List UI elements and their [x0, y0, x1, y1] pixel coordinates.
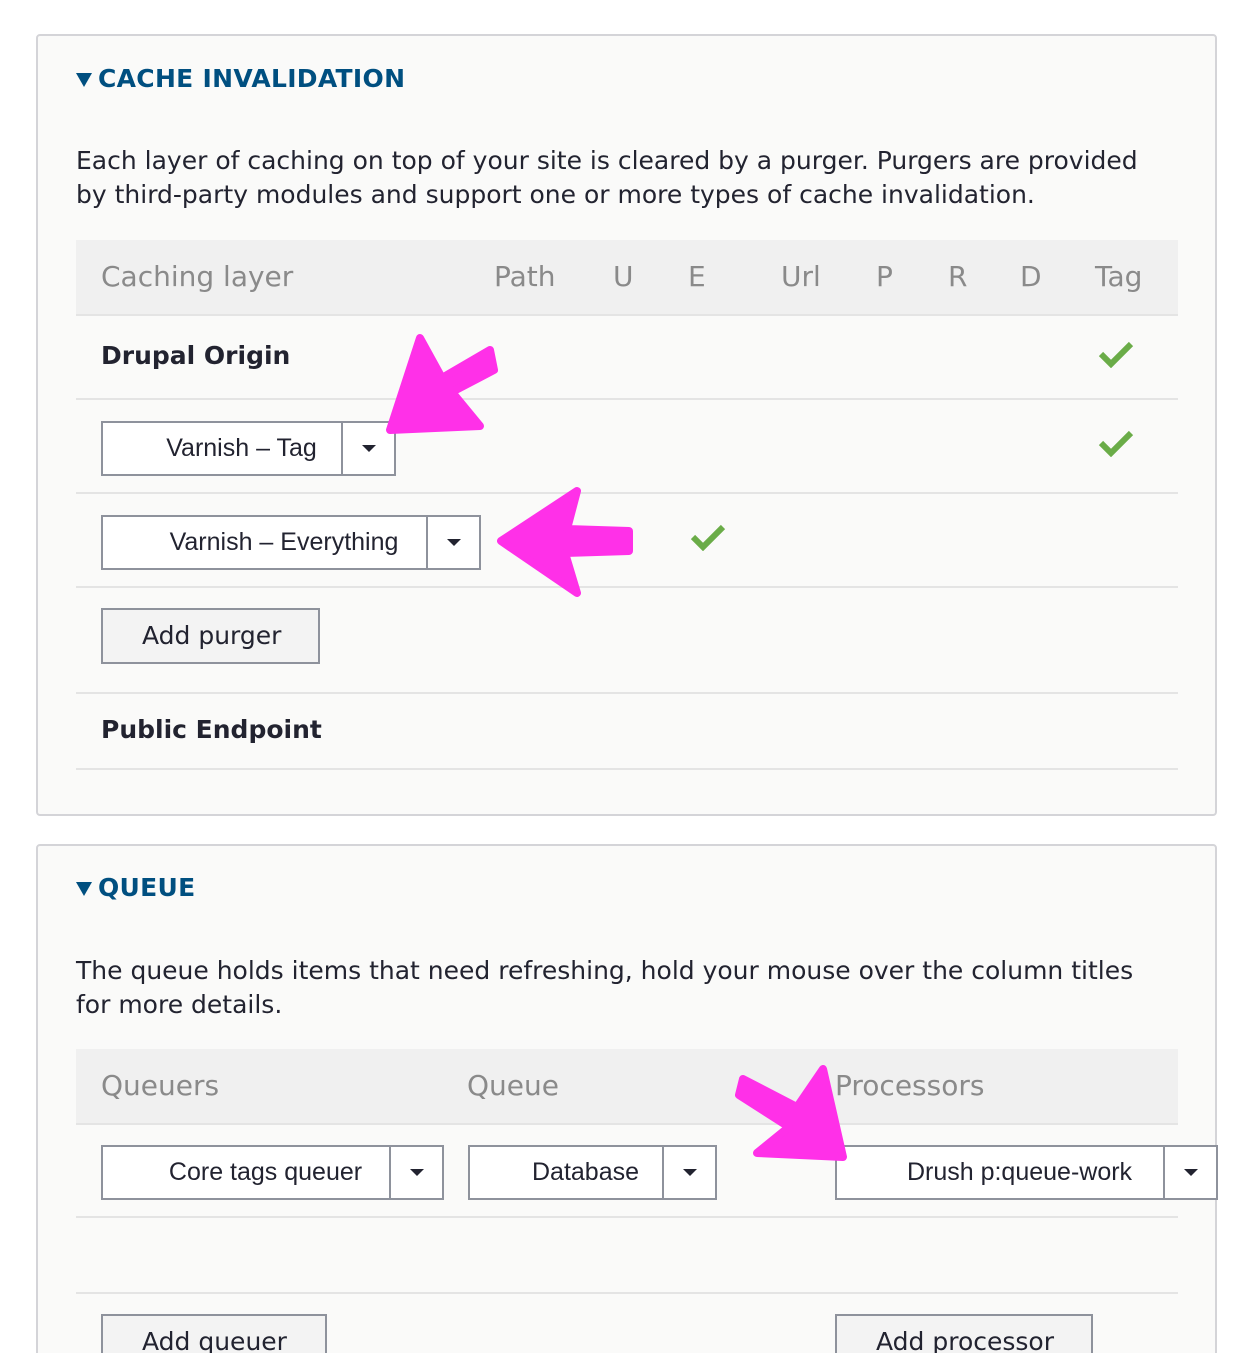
row-divider: [76, 1216, 1178, 1218]
cache-invalidation-title: CACHE INVALIDATION: [98, 64, 406, 93]
checkmark-icon: [1098, 340, 1134, 368]
add-queuer-button[interactable]: Add queuer: [101, 1314, 327, 1353]
database-queue-button[interactable]: Database: [470, 1147, 662, 1198]
row-divider: [76, 398, 1178, 400]
checkmark-icon: [690, 523, 726, 551]
processor-dropbutton[interactable]: Drush p:queue-work: [835, 1145, 1218, 1200]
caret-down-icon[interactable]: [662, 1147, 715, 1198]
row-public-endpoint: Public Endpoint: [101, 715, 322, 744]
queue-panel: QUEUE The queue holds items that need re…: [36, 844, 1218, 1353]
column-queue[interactable]: Queue: [467, 1049, 559, 1123]
core-tags-queuer-button[interactable]: Core tags queuer: [103, 1147, 389, 1198]
row-divider: [76, 692, 1178, 694]
column-p[interactable]: P: [876, 240, 893, 314]
varnish-everything-dropbutton[interactable]: Varnish – Everything: [101, 515, 481, 570]
queuer-dropbutton[interactable]: Core tags queuer: [101, 1145, 444, 1200]
add-processor-button[interactable]: Add processor: [835, 1314, 1093, 1353]
queue-summary[interactable]: QUEUE: [76, 873, 196, 902]
column-tag[interactable]: Tag: [1095, 240, 1142, 314]
triangle-down-icon: [76, 881, 92, 896]
checkmark-icon: [1098, 429, 1134, 457]
caret-down-icon[interactable]: [389, 1147, 442, 1198]
column-path[interactable]: Path: [494, 240, 556, 314]
cache-invalidation-panel: CACHE INVALIDATION Each layer of caching…: [36, 34, 1217, 816]
pink-arrow-annotation: [497, 487, 633, 597]
pink-arrow-annotation: [386, 334, 498, 434]
cache-invalidation-description: Each layer of caching on top of your sit…: [76, 146, 1138, 209]
varnish-tag-dropbutton[interactable]: Varnish – Tag: [101, 421, 396, 476]
varnish-tag-button[interactable]: Varnish – Tag: [103, 423, 341, 474]
row-divider: [76, 768, 1178, 770]
column-queuers[interactable]: Queuers: [101, 1049, 219, 1123]
column-url[interactable]: Url: [781, 240, 821, 314]
caret-down-icon[interactable]: [426, 517, 479, 568]
row-drupal-origin: Drupal Origin: [101, 341, 291, 370]
column-r[interactable]: R: [948, 240, 967, 314]
row-divider: [76, 1292, 1178, 1294]
column-processors[interactable]: Processors: [835, 1049, 984, 1123]
column-u[interactable]: U: [613, 240, 634, 314]
column-caching-layer: Caching layer: [101, 260, 294, 293]
queue-dropbutton[interactable]: Database: [468, 1145, 717, 1200]
caret-down-icon[interactable]: [1163, 1147, 1216, 1198]
add-purger-button[interactable]: Add purger: [101, 608, 320, 664]
pink-arrow-annotation: [735, 1065, 847, 1161]
column-e[interactable]: E: [688, 240, 706, 314]
drush-processor-button[interactable]: Drush p:queue-work: [837, 1147, 1163, 1198]
cache-invalidation-summary[interactable]: CACHE INVALIDATION: [76, 64, 405, 93]
varnish-everything-button[interactable]: Varnish – Everything: [103, 517, 426, 568]
triangle-down-icon: [76, 72, 92, 87]
queue-table-header: Queuers Queue Processors: [76, 1049, 1178, 1125]
queue-description: The queue holds items that need refreshi…: [76, 956, 1134, 1019]
column-d[interactable]: D: [1020, 240, 1042, 314]
queue-title: QUEUE: [98, 873, 196, 902]
purgers-table-header: Caching layer Path U E Url P R D Tag: [76, 240, 1178, 316]
